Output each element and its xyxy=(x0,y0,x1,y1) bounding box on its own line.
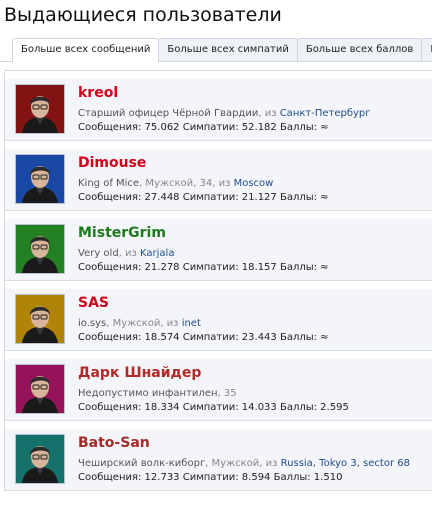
page-title: Выдающиеся пользователи xyxy=(4,4,282,26)
user-stats: Сообщения: 12.733 Симпатии: 8.594 Баллы:… xyxy=(78,472,343,483)
user-title: Старший офицер Чёрной Гвардии xyxy=(78,108,259,119)
from-label: , из xyxy=(118,248,141,259)
user-stats: Сообщения: 75.062 Симпатии: 52.182 Баллы… xyxy=(78,122,329,133)
list-item: SAS io.sys, Мужской, из inet Сообщения: … xyxy=(5,281,432,351)
tab-bar: Больше всех сообщений Больше всех симпат… xyxy=(12,38,432,62)
from-label: , из xyxy=(212,178,234,189)
user-title: Недопустимо инфантилен xyxy=(78,388,218,399)
user-title: Чеширский волк-киборг xyxy=(78,458,206,469)
row-top-stripe xyxy=(5,351,432,359)
user-info: Недопустимо инфантилен, 35 xyxy=(78,388,237,399)
user-title: io.sys xyxy=(78,318,107,329)
avatar[interactable] xyxy=(15,294,65,344)
page: Выдающиеся пользователи Больше всех сооб… xyxy=(0,0,432,524)
username-link[interactable]: Bato-San xyxy=(78,435,150,451)
tab-most-messages[interactable]: Больше всех сообщений xyxy=(12,38,160,62)
user-stats: Сообщения: 18.334 Симпатии: 14.033 Баллы… xyxy=(78,402,349,413)
list-item: Dimouse King of Mice, Мужской, 34, из Mo… xyxy=(5,141,432,211)
from-label: , из xyxy=(160,318,182,329)
avatar[interactable] xyxy=(15,434,65,484)
row-top-stripe xyxy=(5,281,432,289)
list-item: Bato-San Чеширский волк-киборг, Мужской,… xyxy=(5,421,432,491)
avatar[interactable] xyxy=(15,224,65,274)
location-link[interactable]: Санкт-Петербург xyxy=(280,108,371,119)
row-top-stripe xyxy=(5,141,432,149)
list-item: kreol Старший офицер Чёрной Гвардии, из … xyxy=(5,71,432,141)
avatar[interactable] xyxy=(15,84,65,134)
user-info: King of Mice, Мужской, 34, из Moscow xyxy=(78,178,273,189)
row-top-stripe xyxy=(5,211,432,219)
location-link[interactable]: Moscow xyxy=(234,178,274,189)
avatar[interactable] xyxy=(15,364,65,414)
list-item: Дарк Шнайдер Недопустимо инфантилен, 35 … xyxy=(5,351,432,421)
user-details: , Мужской xyxy=(106,318,161,329)
location-link[interactable]: Karjala xyxy=(140,248,174,259)
location-link[interactable]: Russia, Tokyo 3, sector 68 xyxy=(281,458,410,469)
tab-most-points[interactable]: Больше всех баллов xyxy=(296,38,423,61)
user-stats: Сообщения: 21.278 Симпатии: 18.157 Баллы… xyxy=(78,262,329,273)
username-link[interactable]: SAS xyxy=(78,295,109,311)
user-title: King of Mice xyxy=(78,178,140,189)
user-details: , Мужской xyxy=(205,458,260,469)
user-stats: Сообщения: 18.574 Симпатии: 23.443 Баллы… xyxy=(78,332,329,343)
user-details: , Мужской, 34 xyxy=(139,178,213,189)
avatar[interactable] xyxy=(15,154,65,204)
user-title: Very old xyxy=(78,248,119,259)
user-info: Старший офицер Чёрной Гвардии, из Санкт-… xyxy=(78,108,371,119)
username-link[interactable]: Дарк Шнайдер xyxy=(78,365,201,381)
location-link[interactable]: inet xyxy=(182,318,201,329)
tab-most-likes[interactable]: Больше всех симпатий xyxy=(158,38,298,61)
list-item: MisterGrim Very old, из Karjala Сообщени… xyxy=(5,211,432,281)
username-link[interactable]: Dimouse xyxy=(78,155,146,171)
row-top-stripe xyxy=(5,421,432,429)
from-label: , из xyxy=(258,108,280,119)
user-stats: Сообщения: 27.448 Симпатии: 21.127 Баллы… xyxy=(78,192,329,203)
member-list: kreol Старший офицер Чёрной Гвардии, из … xyxy=(4,70,432,491)
tab-more[interactable]: Ком xyxy=(421,38,432,61)
username-link[interactable]: kreol xyxy=(78,85,118,101)
user-info: Чеширский волк-киборг, Мужской, из Russi… xyxy=(78,458,410,469)
user-info: io.sys, Мужской, из inet xyxy=(78,318,201,329)
from-label: , из xyxy=(259,458,281,469)
user-info: Very old, из Karjala xyxy=(78,248,174,259)
username-link[interactable]: MisterGrim xyxy=(78,225,166,241)
user-details: , 35 xyxy=(217,388,237,399)
row-top-stripe xyxy=(5,71,432,79)
